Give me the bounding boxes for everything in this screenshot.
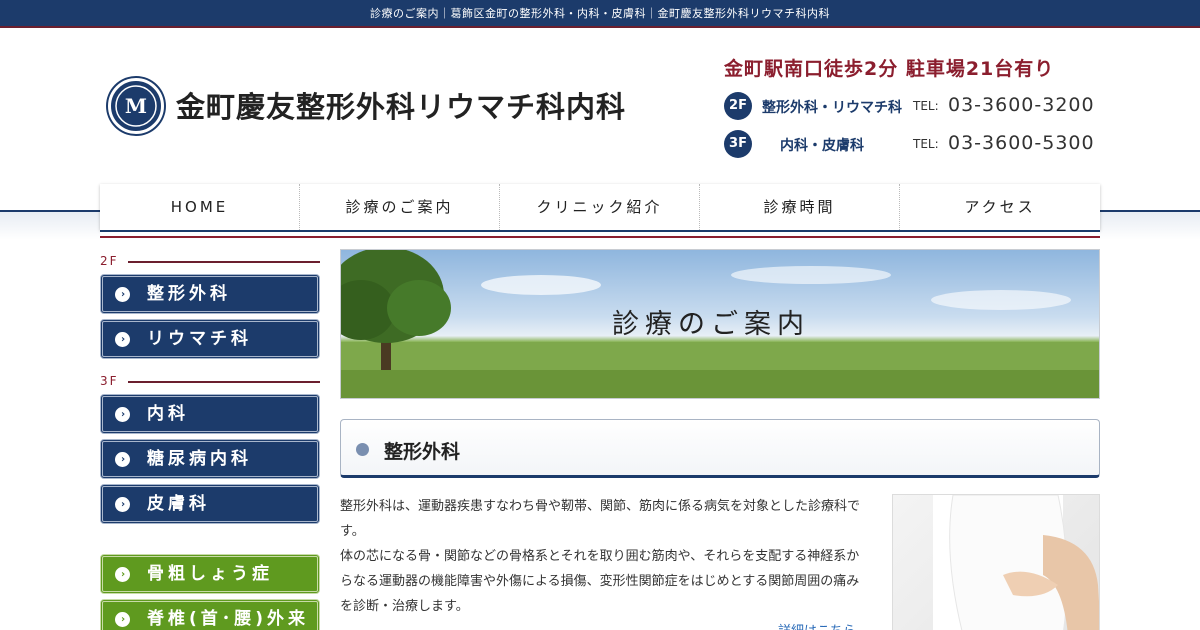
floor-3f-tel[interactable]: 03-3600-5300: [948, 132, 1095, 154]
chevron-right-icon: ›: [115, 407, 130, 422]
floor-2f-tel-label: TEL:: [913, 99, 939, 113]
main-nav: HOME 診療のご案内 クリニック紹介 診療時間 アクセス: [100, 184, 1100, 230]
bullet-icon: [356, 443, 369, 456]
chevron-right-icon: ›: [115, 287, 130, 302]
sidebar-item-spine[interactable]: › 脊椎(首･腰)外来: [100, 599, 320, 630]
sidebar-item-label: 脊椎(首･腰)外来: [147, 609, 310, 629]
sidebar-item-diabetes[interactable]: › 糖尿病内科: [100, 439, 320, 479]
sidebar-item-label: 糖尿病内科: [147, 449, 252, 469]
sidebar-floor-3f-label: 3F: [100, 374, 119, 388]
nav-hours[interactable]: 診療時間: [700, 184, 900, 230]
chevron-right-icon: ›: [115, 497, 130, 512]
top-banner: 診療のご案内｜葛飾区金町の整形外科・内科・皮膚科｜金町慶友整形外科リウマチ科内科: [0, 0, 1200, 28]
sidebar-item-label: 皮膚科: [147, 494, 210, 514]
sidebar-item-rheumatology[interactable]: › リウマチ科: [100, 319, 320, 359]
sidebar-item-label: リウマチ科: [147, 329, 252, 349]
chevron-right-icon: ›: [115, 452, 130, 467]
clinic-name[interactable]: 金町慶友整形外科リウマチ科内科: [176, 84, 626, 126]
section-body: 整形外科は、運動器疾患すなわち骨や靭帯、関節、筋肉に係る病気を対象とした診療科で…: [340, 494, 866, 619]
nav-stripe: [100, 230, 1100, 238]
access-info: 金町駅南口徒歩2分 駐車場21台有り: [724, 58, 1055, 80]
divider: [128, 261, 320, 263]
chevron-right-icon: ›: [115, 332, 130, 347]
clinic-logo-icon[interactable]: M: [108, 78, 164, 134]
floor-3f-badge: 3F: [724, 130, 752, 158]
section-title: 整形外科: [384, 441, 461, 463]
section-photo: [892, 494, 1100, 630]
nav-home[interactable]: HOME: [100, 184, 300, 230]
floor-3f-tel-label: TEL:: [913, 137, 939, 151]
nav-access[interactable]: アクセス: [900, 184, 1100, 230]
svg-text:M: M: [125, 94, 147, 118]
chevron-right-icon: ›: [115, 567, 130, 582]
sidebar-floor-2f-label: 2F: [100, 254, 119, 268]
chevron-right-icon: ›: [115, 612, 130, 627]
section-paragraph: 整形外科は、運動器疾患すなわち骨や靭帯、関節、筋肉に係る病気を対象とした診療科で…: [340, 499, 861, 539]
sidebar-item-orthopedics[interactable]: › 整形外科: [100, 274, 320, 314]
floor-3f-dept: 内科・皮膚科: [780, 138, 864, 154]
back-pain-image: [933, 495, 1099, 630]
floor-2f-dept: 整形外科・リウマチ科: [762, 100, 902, 116]
sidebar-floor-3f-heading: 3F: [100, 374, 320, 390]
sidebar-item-internal-medicine[interactable]: › 内科: [100, 394, 320, 434]
nav-clinic-intro[interactable]: クリニック紹介: [500, 184, 700, 230]
divider: [128, 381, 320, 383]
floor-2f-badge: 2F: [724, 92, 752, 120]
floor-2f-tel[interactable]: 03-3600-3200: [948, 94, 1095, 116]
sidebar-item-label: 整形外科: [147, 284, 231, 304]
section-paragraph: 体の芯になる骨・関節などの骨格系とそれを取り囲む筋肉や、それらを支配する神経系か…: [340, 549, 860, 614]
sidebar-item-label: 内科: [147, 404, 189, 424]
sidebar-item-osteoporosis[interactable]: › 骨粗しょう症: [100, 554, 320, 594]
sidebar-item-dermatology[interactable]: › 皮膚科: [100, 484, 320, 524]
nav-services[interactable]: 診療のご案内: [300, 184, 500, 230]
hero-title: 診療のご案内: [612, 309, 810, 340]
details-link[interactable]: 詳細はこちら: [778, 620, 856, 630]
sidebar-item-label: 骨粗しょう症: [147, 564, 273, 584]
sidebar-floor-2f-heading: 2F: [100, 254, 320, 270]
